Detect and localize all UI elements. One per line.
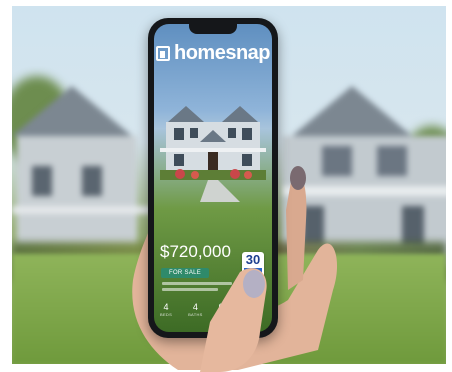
app-logo: homesnap: [154, 42, 272, 65]
stat-beds: 4 BEDS: [160, 302, 173, 317]
house-outline-icon: [155, 46, 170, 61]
thumb: [200, 268, 267, 372]
phone-notch: [189, 24, 237, 34]
listing-house-photo[interactable]: [160, 92, 266, 202]
listing-price: $720,000: [160, 242, 231, 261]
app-logo-text: homesnap: [173, 42, 271, 64]
